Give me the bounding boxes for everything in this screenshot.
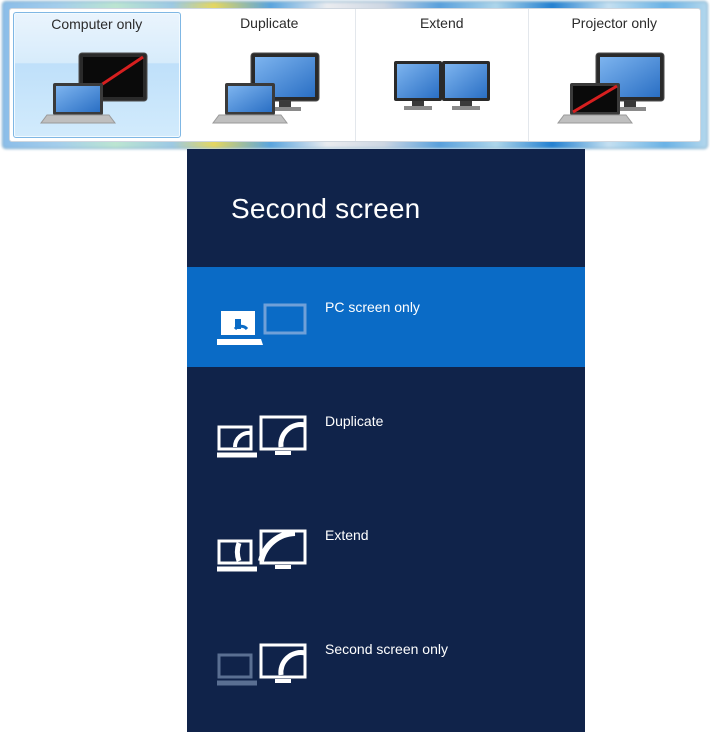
win7-option-label: Projector only bbox=[571, 15, 657, 31]
computer-only-icon bbox=[37, 36, 157, 136]
win7-display-switch-bar: Computer only bbox=[2, 1, 708, 149]
win8-option-second-screen-only[interactable]: Second screen only bbox=[187, 609, 585, 709]
extend-icon bbox=[217, 515, 311, 575]
win8-options-list: PC screen only Duplicate bbox=[187, 267, 585, 723]
win8-option-pc-screen-only[interactable]: PC screen only bbox=[187, 267, 585, 367]
win7-option-projector-only[interactable]: Projector only bbox=[529, 9, 701, 141]
win8-option-duplicate[interactable]: Duplicate bbox=[187, 381, 585, 481]
win7-option-computer-only[interactable]: Computer only bbox=[13, 12, 181, 138]
duplicate-icon bbox=[217, 401, 311, 461]
win7-option-duplicate[interactable]: Duplicate bbox=[184, 9, 357, 141]
win7-option-label: Computer only bbox=[51, 16, 142, 32]
win7-option-extend[interactable]: Extend bbox=[356, 9, 529, 141]
win8-second-screen-panel: Second screen PC screen only bbox=[187, 149, 585, 732]
pc-screen-only-icon bbox=[217, 287, 311, 347]
win7-option-label: Duplicate bbox=[240, 15, 298, 31]
win8-option-label: PC screen only bbox=[325, 299, 420, 335]
win8-option-label: Duplicate bbox=[325, 413, 383, 449]
win8-option-extend[interactable]: Extend bbox=[187, 495, 585, 595]
second-screen-only-icon bbox=[217, 629, 311, 689]
win7-options-row: Computer only bbox=[9, 8, 701, 142]
panel-title: Second screen bbox=[187, 149, 585, 225]
extend-icon bbox=[382, 35, 502, 137]
win7-option-label: Extend bbox=[420, 15, 464, 31]
win8-option-label: Extend bbox=[325, 527, 369, 563]
win8-option-label: Second screen only bbox=[325, 641, 448, 677]
duplicate-icon bbox=[209, 35, 329, 137]
projector-only-icon bbox=[554, 35, 674, 137]
